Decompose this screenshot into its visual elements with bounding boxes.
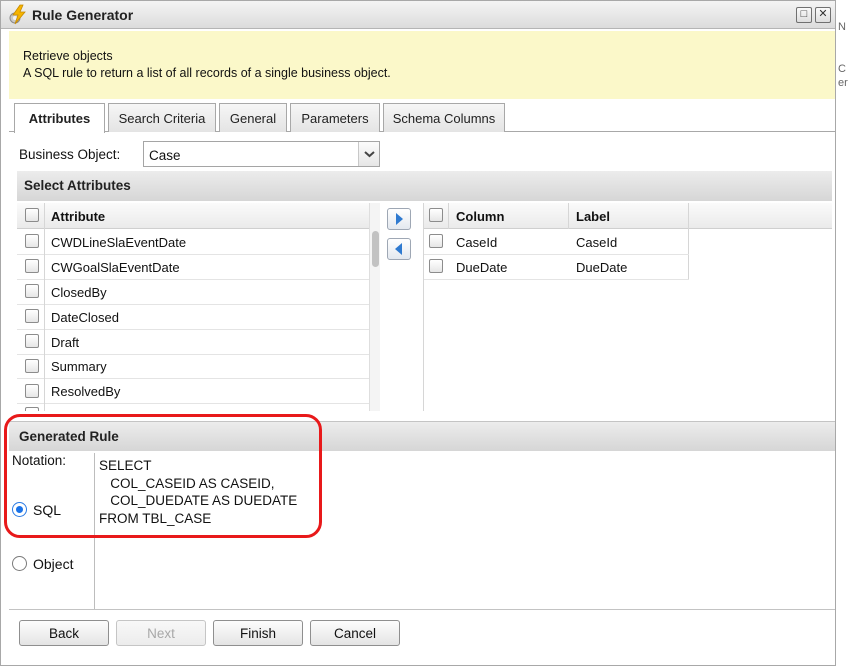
sql-radio[interactable] <box>12 502 27 517</box>
grid-separator <box>423 203 424 411</box>
row-divider <box>17 378 369 379</box>
cancel-button[interactable]: Cancel <box>310 620 400 646</box>
scrollbar-thumb[interactable] <box>372 231 379 267</box>
rule-description: A SQL rule to return a list of all recor… <box>23 66 391 80</box>
tab-attributes[interactable]: Attributes <box>14 103 105 133</box>
generated-sql-text[interactable]: SELECT COL_CASEID AS CASEID, COL_DUEDATE… <box>99 457 297 527</box>
title-bar[interactable]: Rule Generator □ ✕ <box>1 1 835 29</box>
select-all-attributes-checkbox[interactable] <box>25 208 39 222</box>
label-column-header: Label <box>576 209 610 224</box>
select-all-columns-checkbox[interactable] <box>429 208 443 222</box>
row-checkbox[interactable] <box>429 234 443 248</box>
background-text-fragment: N <box>838 21 846 33</box>
column-cell: CaseId <box>456 235 498 250</box>
attribute-cell: Summary <box>51 359 107 374</box>
tab-schema-columns[interactable]: Schema Columns <box>383 103 505 132</box>
notation-label: Notation: <box>12 453 67 468</box>
tab-parameters[interactable]: Parameters <box>290 103 380 132</box>
row-checkbox-partial <box>25 407 39 411</box>
row-checkbox[interactable] <box>25 259 39 273</box>
attribute-cell: Draft <box>51 335 80 350</box>
row-checkbox[interactable] <box>429 259 443 273</box>
row-checkbox[interactable] <box>25 309 39 323</box>
checkbox-column-divider <box>44 229 45 411</box>
generated-rule-header: Generated Rule <box>9 421 835 451</box>
row-checkbox[interactable] <box>25 284 39 298</box>
rule-title: Retrieve objects <box>23 49 113 63</box>
rule-generator-window: Rule Generator □ ✕ Retrieve objects A SQ… <box>0 0 836 666</box>
object-radio-label[interactable]: Object <box>33 556 73 572</box>
header-divider <box>44 203 45 229</box>
business-object-select[interactable]: Case <box>143 141 380 167</box>
attribute-column-header: Attribute <box>51 209 106 224</box>
row-checkbox[interactable] <box>25 359 39 373</box>
back-button[interactable]: Back <box>19 620 109 646</box>
attribute-cell: DateClosed <box>51 310 119 325</box>
row-checkbox[interactable] <box>25 384 39 398</box>
row-divider <box>17 329 369 330</box>
background-text-fragment: er <box>838 77 848 89</box>
row-divider <box>17 304 369 305</box>
background-text-fragment: C <box>838 63 846 75</box>
finish-button[interactable]: Finish <box>213 620 303 646</box>
attribute-cell: CWGoalSlaEventDate <box>51 260 180 275</box>
row-checkbox[interactable] <box>25 334 39 348</box>
rule-description-panel: Retrieve objects A SQL rule to return a … <box>9 31 835 99</box>
tab-general[interactable]: General <box>219 103 287 132</box>
attribute-cell: CWDLineSlaEventDate <box>51 235 187 250</box>
window-title: Rule Generator <box>32 7 134 23</box>
tab-bar: Attributes Search Criteria General Param… <box>9 102 835 133</box>
row-checkbox[interactable] <box>25 234 39 248</box>
object-radio[interactable] <box>12 556 27 571</box>
column-column-header: Column <box>456 209 505 224</box>
notation-panel <box>9 453 95 609</box>
label-cell: CaseId <box>576 235 618 250</box>
row-divider <box>17 354 369 355</box>
attribute-cell: ResolvedBy <box>51 384 121 399</box>
move-right-button[interactable] <box>387 208 411 230</box>
row-divider <box>17 279 369 280</box>
row-divider <box>17 403 369 404</box>
row-divider <box>17 254 369 255</box>
header-divider <box>568 203 569 229</box>
select-attributes-header: Select Attributes <box>17 171 832 201</box>
lightning-gear-icon <box>9 4 26 25</box>
close-button[interactable]: ✕ <box>815 7 831 23</box>
business-object-value: Case <box>149 148 181 163</box>
attribute-scrollbar[interactable] <box>369 203 380 411</box>
arrow-left-icon <box>395 243 402 255</box>
row-divider <box>424 254 689 255</box>
header-divider <box>448 203 449 229</box>
label-cell: DueDate <box>576 260 628 275</box>
attribute-cell: ClosedBy <box>51 285 107 300</box>
sql-radio-label[interactable]: SQL <box>33 502 61 518</box>
next-button[interactable]: Next <box>116 620 206 646</box>
maximize-button[interactable]: □ <box>796 7 812 23</box>
chevron-down-icon <box>364 151 375 158</box>
tab-search-criteria[interactable]: Search Criteria <box>108 103 216 132</box>
column-cell: DueDate <box>456 260 508 275</box>
business-object-label: Business Object: <box>19 147 121 162</box>
move-left-button[interactable] <box>387 238 411 260</box>
dropdown-button[interactable] <box>358 142 379 166</box>
row-divider <box>424 279 689 280</box>
arrow-right-icon <box>396 213 403 225</box>
header-divider <box>688 203 689 279</box>
